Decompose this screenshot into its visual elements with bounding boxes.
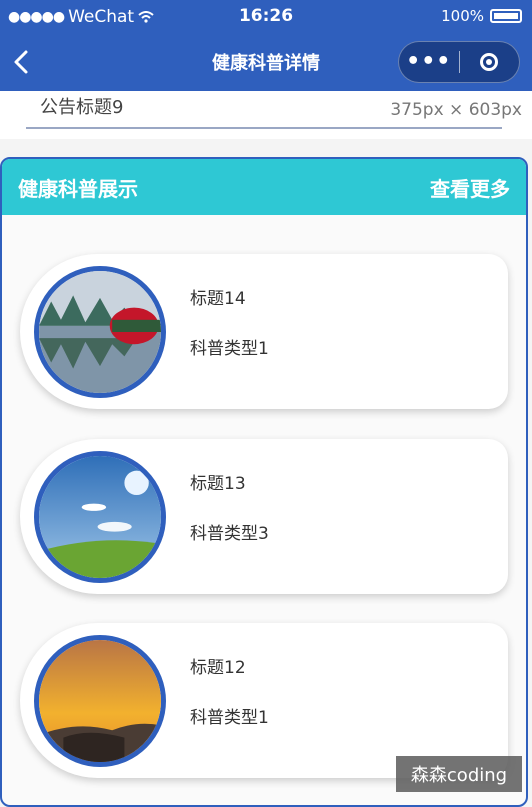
battery-icon [490, 9, 522, 23]
more-icon[interactable]: ••• [399, 42, 459, 82]
notice-title: 公告标题9 [40, 97, 124, 118]
watermark: 森森coding [396, 756, 522, 792]
article-card[interactable]: 标题14 科普类型1 [20, 254, 508, 409]
target-icon [480, 53, 499, 71]
article-title: 标题12 [190, 658, 246, 678]
article-thumbnail [34, 451, 166, 583]
mini-program-capsule: ••• [398, 41, 520, 83]
article-title: 标题14 [190, 289, 246, 309]
panel-header: 健康科普展示 查看更多 [2, 159, 526, 215]
article-type: 科普类型3 [190, 524, 269, 544]
section-title: 健康科普展示 [18, 176, 138, 201]
health-science-panel: 健康科普展示 查看更多 标题14 科普类型1 标题13 科普类型3 标题12 科… [0, 157, 528, 807]
close-mini-program-button[interactable] [459, 42, 519, 82]
status-bar: ●●●●● WeChat 16:26 100% [0, 0, 532, 33]
article-type: 科普类型1 [190, 708, 269, 728]
article-card[interactable]: 标题13 科普类型3 [20, 439, 508, 594]
battery-percent: 100% [441, 7, 484, 25]
article-thumbnail [34, 635, 166, 767]
article-type: 科普类型1 [190, 339, 269, 359]
notice-underline [26, 127, 502, 129]
view-more-link[interactable]: 查看更多 [430, 173, 510, 202]
size-label: 375px × 603px [390, 100, 522, 120]
lake-landscape-image [39, 271, 161, 393]
nav-bar: 健康科普详情 ••• [0, 33, 532, 91]
sunset-rocks-image [39, 640, 161, 762]
article-card[interactable]: 标题12 科普类型1 [20, 623, 508, 778]
article-title: 标题13 [190, 474, 246, 494]
blue-sky-meadow-image [39, 456, 161, 578]
article-thumbnail [34, 266, 166, 398]
